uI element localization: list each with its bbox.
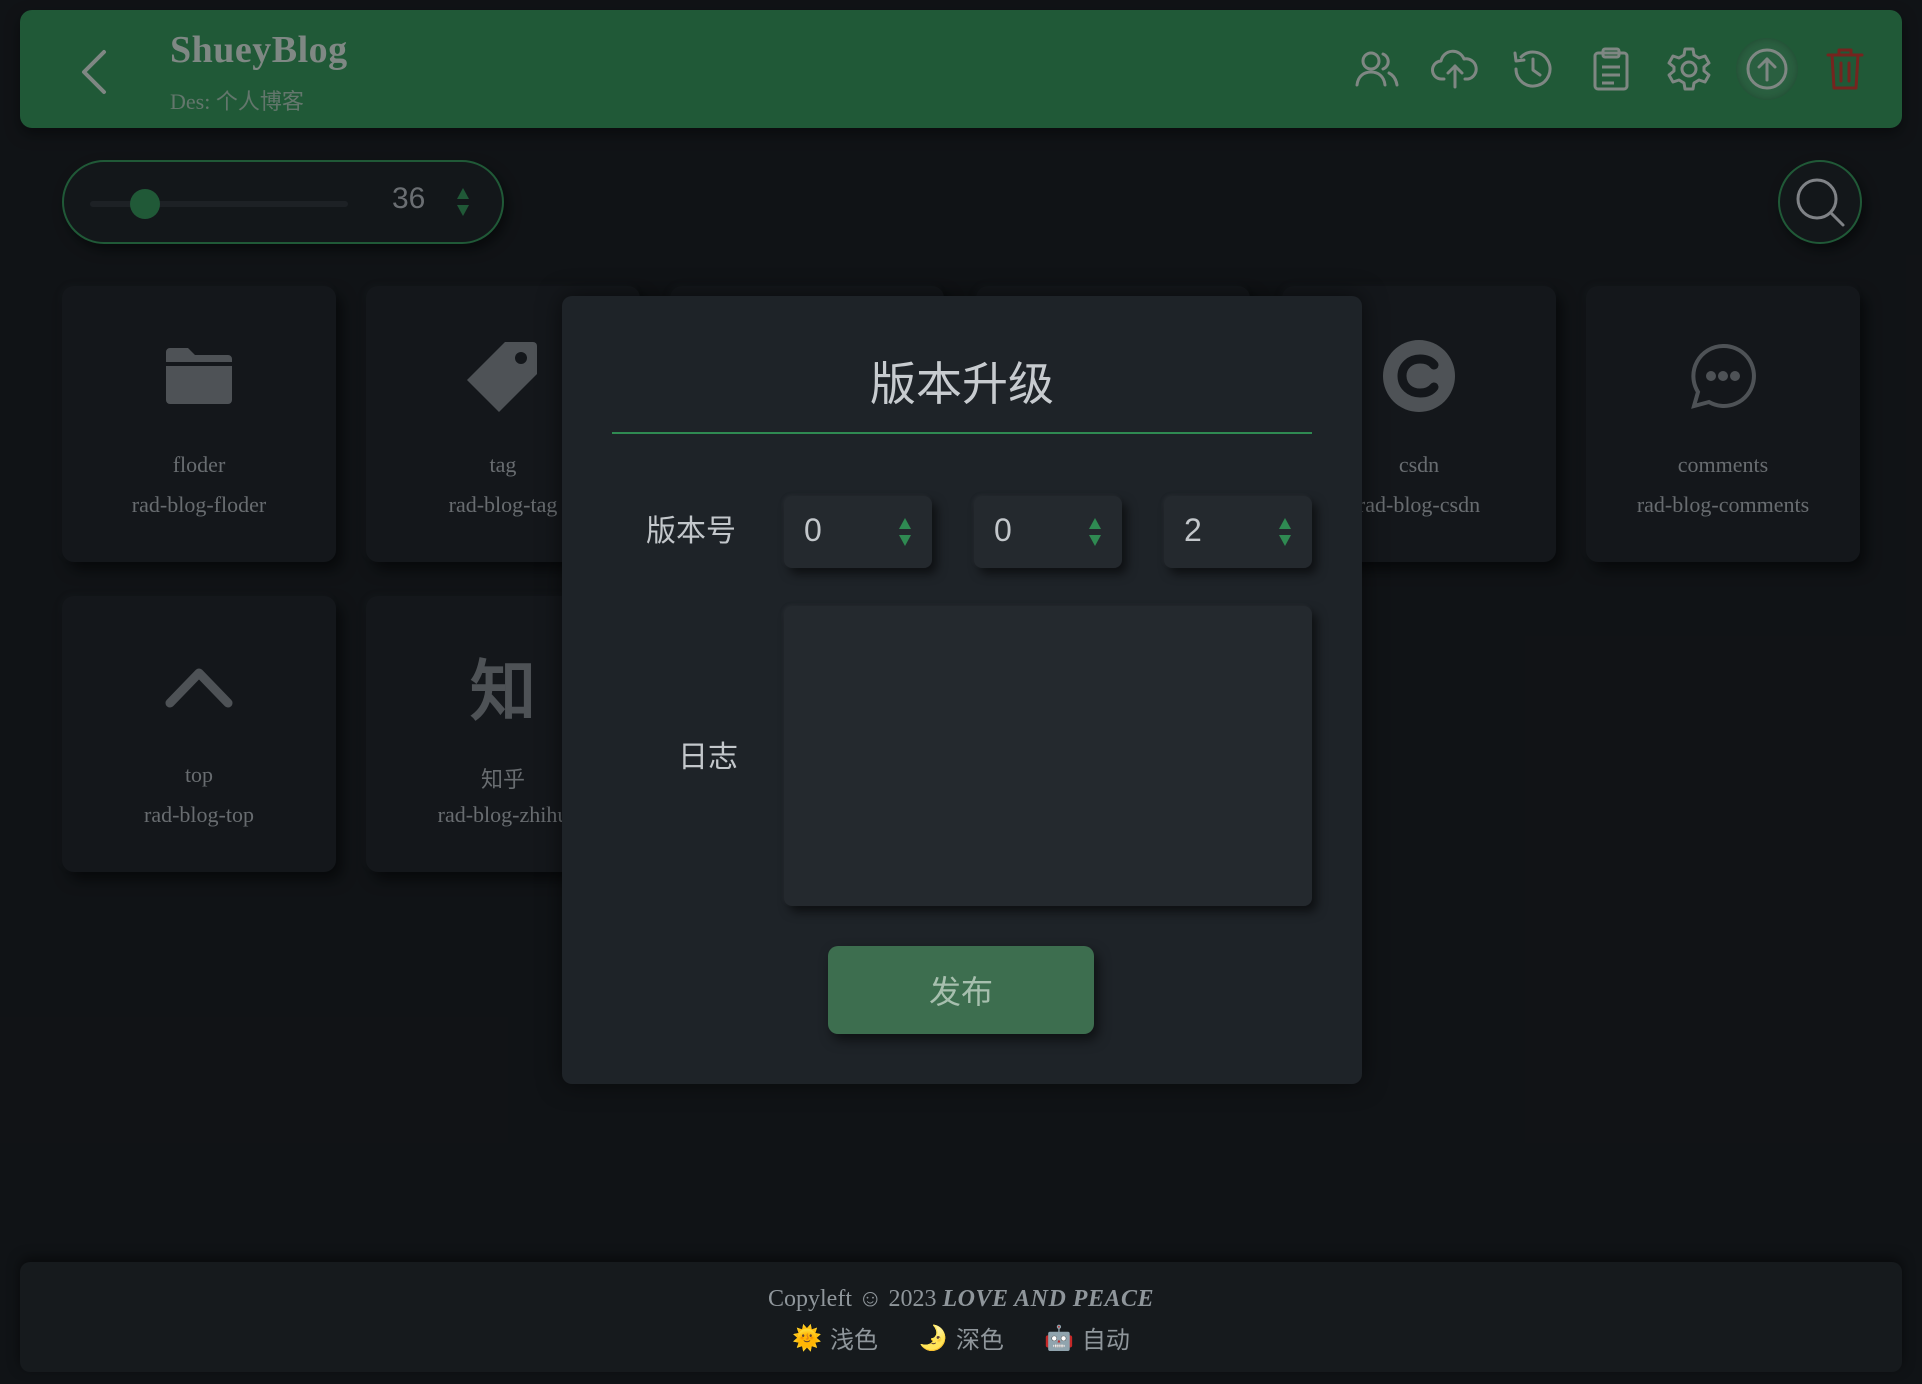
copyright-text: Copyleft ☺ 2023 [768, 1286, 937, 1312]
theme-light-option[interactable]: 🌞 浅色 [792, 1320, 878, 1355]
dialog-title: 版本升级 [870, 357, 1054, 411]
copyright-line: Copyleft ☺ 2023 LOVE AND PEACE [20, 1286, 1902, 1313]
theme-auto-label: 自动 [1081, 1326, 1130, 1354]
version-major-value: 0 [804, 512, 822, 548]
theme-auto-option[interactable]: 🤖 自动 [1044, 1320, 1130, 1355]
patch-spinner-icon[interactable] [1278, 516, 1292, 548]
minor-spinner-icon[interactable] [1088, 516, 1102, 548]
theme-switcher: 🌞 浅色 🌛 深色 🤖 自动 [20, 1320, 1902, 1355]
theme-dark-option[interactable]: 🌛 深色 [918, 1320, 1004, 1355]
version-minor-input[interactable]: 0 [974, 496, 1122, 568]
version-upgrade-dialog: 版本升级 版本号 0 0 2 日志 发布 [562, 296, 1362, 1084]
version-patch-input[interactable]: 2 [1164, 496, 1312, 568]
robot-icon: 🤖 [1043, 1323, 1074, 1352]
motto-text: LOVE AND PEACE [942, 1286, 1154, 1312]
version-major-input[interactable]: 0 [784, 496, 932, 568]
major-spinner-icon[interactable] [898, 516, 912, 548]
theme-dark-label: 深色 [955, 1326, 1004, 1354]
version-label: 版本号 [646, 514, 736, 549]
version-patch-value: 2 [1184, 512, 1202, 548]
footer: Copyleft ☺ 2023 LOVE AND PEACE 🌞 浅色 🌛 深色… [20, 1262, 1902, 1372]
log-textarea[interactable] [784, 606, 1312, 906]
version-minor-value: 0 [994, 512, 1012, 548]
moon-icon: 🌛 [918, 1323, 948, 1352]
publish-button[interactable]: 发布 [828, 946, 1094, 1034]
theme-light-label: 浅色 [830, 1326, 879, 1354]
sun-icon: 🌞 [792, 1323, 823, 1352]
log-label: 日志 [678, 740, 738, 775]
title-divider [612, 432, 1312, 434]
